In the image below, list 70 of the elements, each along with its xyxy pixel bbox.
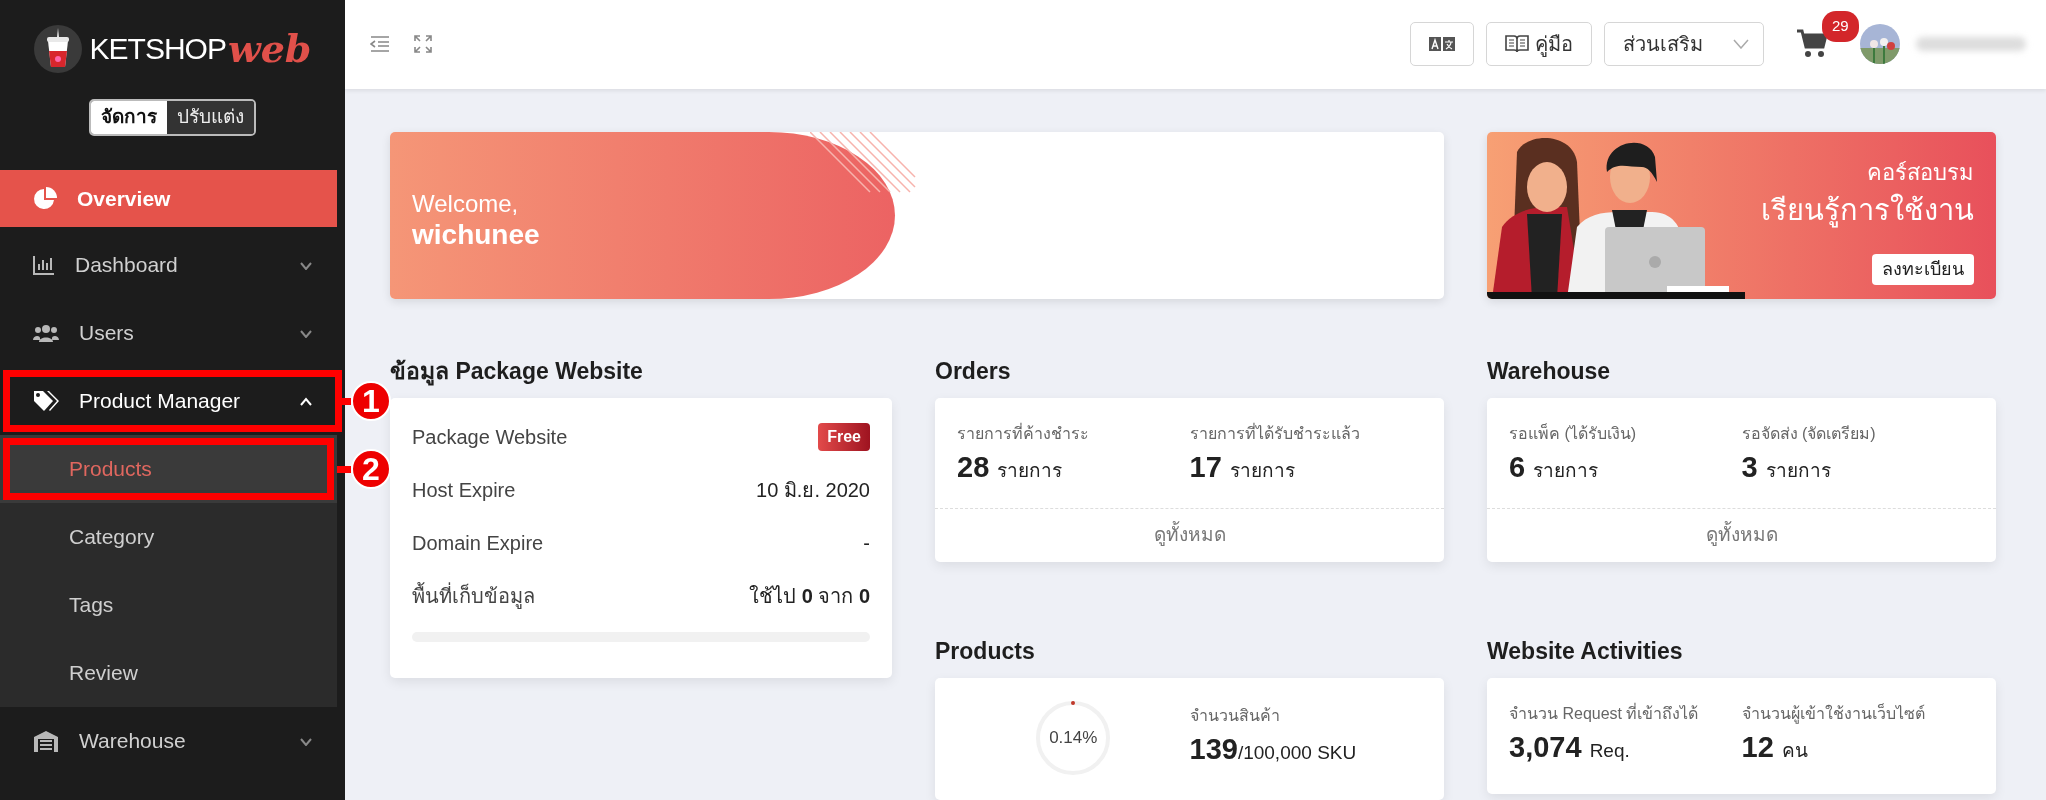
users-icon: [33, 323, 59, 343]
stat-value: 12 คน: [1741, 730, 1809, 765]
row-label: พื้นที่เก็บข้อมูล: [412, 581, 535, 611]
menu-icon[interactable]: [370, 36, 390, 53]
addons-dropdown[interactable]: ส่วนเสริม: [1604, 22, 1764, 67]
stat-label: รอจัดส่ง (จัดเตรียม): [1741, 424, 1877, 444]
register-button[interactable]: ลงทะเบียน: [1872, 254, 1974, 285]
chevron-icon: [299, 260, 313, 270]
section-title: Products: [935, 636, 1036, 666]
chevron-icon: [299, 396, 313, 406]
manual-button[interactable]: คู่มือ: [1486, 22, 1592, 67]
logo-icon: [33, 24, 82, 73]
sidebar-item[interactable]: Warehouse: [0, 707, 345, 775]
tag-icon: [33, 390, 59, 412]
translate-button[interactable]: [1410, 22, 1474, 67]
stat-label: จำนวนผู้เข้าใช้งานเว็บไซต์: [1741, 702, 1926, 726]
brand-name: KETSHOP: [89, 31, 226, 67]
ring-percentage: 0.14%: [1049, 727, 1098, 750]
sidebar-item[interactable]: Overview: [0, 170, 337, 227]
stat-value: 3 รายการ: [1741, 450, 1832, 485]
sidebar-subitem[interactable]: Review: [0, 639, 337, 707]
row-value: ใช้ไป 0 จาก 0: [749, 583, 870, 609]
book-icon: [1505, 35, 1529, 54]
view-all-link[interactable]: ดูทั้งหมด: [935, 507, 1444, 562]
fullscreen-icon[interactable]: [414, 35, 432, 54]
section-title: Website Activities: [1487, 636, 1684, 666]
cart-count-badge: 29: [1822, 11, 1859, 42]
row-label: Domain Expire: [412, 530, 544, 556]
stat-value: 28 รายการ: [957, 450, 1064, 485]
section-title: Warehouse: [1487, 356, 1612, 386]
caret-icon: [1733, 39, 1749, 50]
course-title: เรียนรู้การใช้งาน: [1761, 192, 1974, 230]
callout-number: 1: [351, 381, 391, 421]
progress-start-dot: [1071, 701, 1076, 705]
stat-label: จำนวน Request ที่เข้าถึงได้: [1509, 702, 1700, 724]
stat-label: รายการที่ค้างชำระ: [957, 422, 1090, 444]
section-title: Orders: [935, 356, 1012, 386]
sidebar-subitem[interactable]: Category: [0, 503, 337, 571]
callout-number: 2: [351, 449, 391, 489]
row-value: 10 มิ.ย. 2020: [756, 477, 870, 503]
sidebar-item[interactable]: Users: [0, 299, 345, 367]
stat-value: 6 รายการ: [1509, 450, 1600, 485]
translate-icon: [1429, 37, 1455, 52]
stat-value: 3,074 Req.: [1509, 730, 1631, 765]
view-all-link[interactable]: ดูทั้งหมด: [1487, 507, 1996, 562]
row-label: Host Expire: [412, 477, 516, 503]
chevron-icon: [299, 328, 313, 338]
cart-icon[interactable]: [1796, 29, 1828, 60]
stat-label: รายการที่ได้รับชำระแล้ว: [1189, 422, 1361, 444]
user-name: wichunee: [412, 218, 540, 252]
row-value: -: [863, 530, 870, 556]
welcome-greeting: Welcome,: [412, 189, 520, 219]
warehouse-icon: [33, 730, 59, 752]
stat-value: 17 รายการ: [1189, 450, 1296, 485]
mode-tab[interactable]: ปรับแต่ง: [167, 101, 254, 134]
course-subtitle: คอร์สอบรม: [1867, 158, 1974, 187]
bar-chart-icon: [33, 255, 55, 275]
brand-suffix: web: [227, 25, 312, 73]
row-label: Package Website: [412, 424, 568, 450]
sidebar-item[interactable]: Product Manager: [0, 367, 345, 435]
stat-label: จำนวนสินค้า: [1189, 706, 1281, 727]
pie-chart-icon: [33, 186, 57, 211]
section-title: ข้อมูล Package Website: [390, 356, 644, 388]
stat-label: รอแพ็ค (ได้รับเงิน): [1509, 422, 1638, 444]
mode-tab[interactable]: จัดการ: [91, 101, 167, 134]
plan-badge: Free: [818, 422, 870, 451]
chevron-icon: [299, 736, 313, 746]
sidebar-subitem[interactable]: Tags: [0, 571, 337, 639]
sidebar-item[interactable]: Dashboard: [0, 231, 345, 299]
stat-value: 139/100,000 SKU: [1189, 732, 1358, 768]
